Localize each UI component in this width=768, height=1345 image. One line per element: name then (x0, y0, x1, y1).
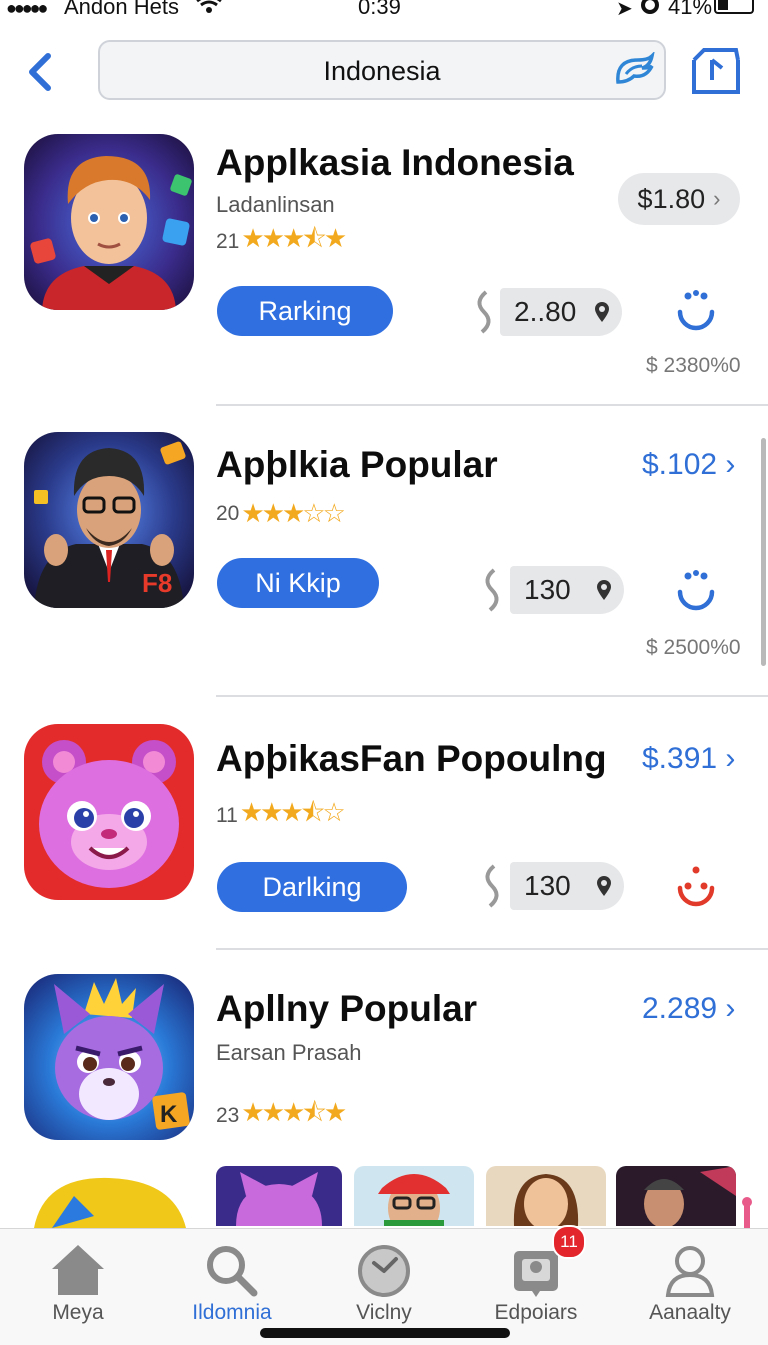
count-value: 2..80 (514, 296, 577, 327)
person-icon (665, 1246, 715, 1297)
battery-icon (714, 0, 754, 14)
app-icon-partial[interactable] (24, 1176, 194, 1228)
app-icon[interactable]: K (24, 974, 194, 1140)
action-button[interactable]: Darlking (217, 862, 407, 912)
count-value: 130 (524, 870, 571, 901)
chevron-right-icon: › (713, 186, 721, 211)
carrier-name: Andon Hets (64, 0, 179, 19)
wing-logo-icon[interactable] (612, 52, 656, 92)
app-icon[interactable] (24, 724, 194, 900)
pin-icon (597, 876, 611, 896)
svg-text:K: K (160, 1101, 178, 1128)
count-badge: 2..80 (500, 288, 622, 336)
alarm-icon (641, 0, 659, 14)
pin-icon (595, 302, 609, 322)
rating-count: 11 (216, 804, 238, 827)
smile-icon[interactable] (674, 290, 718, 334)
app-title[interactable]: ApþikasFan Popoulng (216, 738, 607, 780)
notification-badge: 11 (552, 1225, 586, 1259)
pink-figurine-icon (742, 1197, 752, 1228)
price-link[interactable]: $.102 › (642, 448, 735, 482)
row-divider (216, 695, 768, 697)
tab-label: Ildomnia (192, 1301, 272, 1324)
svg-text:F8: F8 (142, 568, 172, 598)
thumbnail-cat[interactable] (216, 1166, 342, 1226)
thumbnail-woman[interactable] (486, 1166, 606, 1226)
price-link[interactable]: 2.289 › (642, 992, 735, 1026)
home-indicator[interactable] (260, 1328, 510, 1338)
location-icon: ➤ (616, 0, 633, 20)
search-icon (207, 1246, 258, 1297)
tab-label: Edpoiars (494, 1301, 578, 1324)
search-query: Indonesia (323, 56, 441, 86)
app-developer: Earsan Prasah (216, 1040, 362, 1065)
price-link[interactable]: $.391 › (642, 742, 735, 776)
sub-price: $ 2380%0 (646, 354, 741, 377)
tab-label: Meya (52, 1301, 104, 1324)
pin-icon (597, 580, 611, 600)
back-chevron-icon[interactable] (22, 52, 58, 92)
app-rating: 20 ★★★☆☆ (216, 498, 346, 529)
thumbnail-man-red-cap[interactable] (354, 1166, 474, 1226)
squiggle-icon (485, 568, 499, 612)
signal-strength: ●●●●● (6, 0, 48, 18)
clock-icon (358, 1245, 410, 1297)
sub-price: $ 2500%0 (646, 636, 741, 659)
share-icon[interactable] (690, 46, 742, 96)
app-icon[interactable]: F8 (24, 432, 194, 608)
tab-label: Viclny (356, 1301, 412, 1324)
rating-stars: ★★★⯪★ (241, 1097, 347, 1127)
rating-count: 21 (216, 230, 240, 253)
squiggle-icon (485, 864, 499, 908)
rating-stars: ★★★⯪★ (241, 223, 347, 253)
action-button[interactable]: Ni Kkip (217, 558, 379, 608)
scroll-indicator[interactable] (761, 438, 766, 666)
count-badge: 130 (510, 566, 624, 614)
app-developer: Ladanlinsan (216, 192, 335, 217)
wifi-icon (196, 0, 222, 13)
row-divider (216, 404, 768, 406)
row-divider (216, 948, 768, 950)
rating-stars: ★★★⯪☆ (239, 797, 346, 827)
rating-stars: ★★★☆☆ (241, 498, 346, 528)
home-icon (52, 1245, 104, 1295)
app-rating: 21 ★★★⯪★ (216, 220, 347, 264)
thumbnail-man-dark[interactable] (616, 1166, 736, 1226)
count-value: 130 (524, 574, 571, 605)
count-badge: 130 (510, 862, 624, 910)
price-label: $1.80 (637, 183, 706, 214)
smile-icon[interactable] (674, 570, 718, 614)
app-rating: 23 ★★★⯪★ (216, 1094, 347, 1138)
smile-icon[interactable] (674, 866, 718, 910)
rating-count: 23 (216, 1104, 240, 1127)
app-title[interactable]: Apllny Popular (216, 988, 477, 1030)
app-icon[interactable] (24, 134, 194, 310)
rating-count: 20 (216, 501, 240, 525)
app-title[interactable]: Applkasia Indonesia (216, 142, 574, 184)
app-title[interactable]: Apþlkia Popular (216, 444, 498, 486)
app-rating: 11 ★★★⯪☆ (216, 794, 346, 838)
battery-percent: 41% (668, 0, 713, 19)
search-bar[interactable]: Indonesia (98, 40, 666, 100)
action-button[interactable]: Rarking (217, 286, 393, 336)
price-button[interactable]: $1.80 › (618, 173, 740, 225)
squiggle-icon (477, 290, 491, 334)
clock-time: 0:39 (358, 0, 401, 19)
tab-label: Aanaalty (649, 1301, 731, 1324)
status-bar: ●●●●● Andon Hets 0:39 ➤ 41% (0, 0, 768, 24)
